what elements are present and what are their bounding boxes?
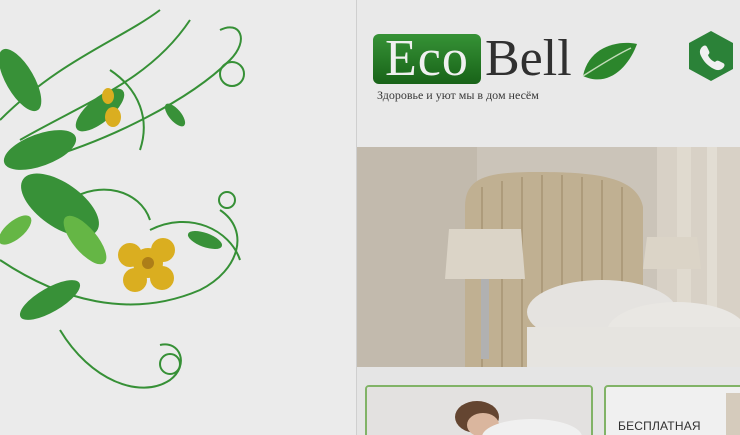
site-logo[interactable]: Eco Bell Здоровье и уют мы в дом несём	[371, 30, 641, 110]
promo-card-free[interactable]: БЕСПЛАТНАЯ	[604, 385, 740, 435]
sleeping-woman-photo	[367, 387, 591, 435]
leaf-icon	[582, 42, 637, 80]
promo-cards-row: БЕСПЛАТНАЯ	[357, 367, 740, 435]
hero-banner-image	[357, 147, 740, 367]
floral-decoration	[0, 0, 356, 435]
promo-card-sleep[interactable]	[365, 385, 593, 435]
page-column: Eco Bell Здоровье и уют мы в дом несём Б…	[356, 0, 740, 435]
floral-swirl-graphic	[0, 9, 245, 389]
phone-icon	[689, 31, 733, 81]
logo-tagline: Здоровье и уют мы в дом несём	[377, 88, 539, 102]
logo-word-eco: Eco	[385, 30, 469, 87]
site-header: Eco Bell Здоровье и уют мы в дом несём	[357, 0, 740, 147]
promo-card-label: БЕСПЛАТНАЯ	[618, 419, 701, 433]
bedroom-photo	[357, 147, 740, 367]
promo-card-image	[726, 393, 740, 435]
logo-word-bell: Bell	[485, 30, 572, 87]
phone-button[interactable]	[687, 30, 735, 82]
